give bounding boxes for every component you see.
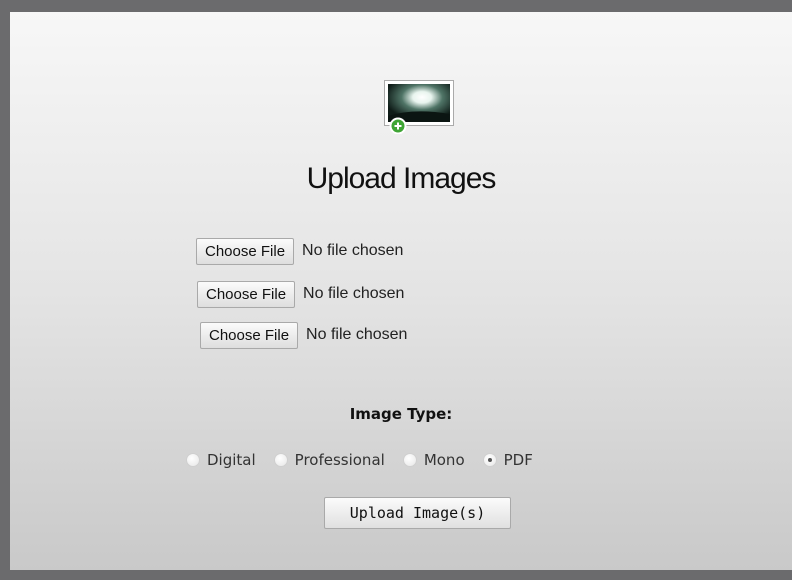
- image-type-radio-group: Digital Professional Mono PDF: [186, 449, 533, 471]
- radio-option-digital[interactable]: Digital: [186, 451, 256, 469]
- radio-label: Mono: [423, 451, 465, 469]
- radio-button[interactable]: [186, 453, 200, 467]
- file-input-2[interactable]: Choose File No file chosen: [197, 280, 404, 308]
- page-title: Upload Images: [306, 162, 497, 195]
- radio-label: Professional: [294, 451, 385, 469]
- radio-button[interactable]: [402, 453, 417, 467]
- upload-images-button[interactable]: Upload Image(s): [324, 497, 511, 529]
- radio-option-professional[interactable]: Professional: [273, 451, 385, 469]
- radio-button[interactable]: [273, 453, 288, 467]
- radio-button[interactable]: [482, 453, 497, 467]
- choose-file-button[interactable]: Choose File: [200, 321, 299, 349]
- radio-label: PDF: [503, 451, 533, 469]
- image-add-icon: [384, 80, 454, 134]
- file-input-3[interactable]: Choose File No file chosen: [200, 321, 407, 349]
- choose-file-button[interactable]: Choose File: [196, 237, 295, 265]
- file-input-1[interactable]: Choose File No file chosen: [196, 237, 403, 265]
- radio-option-mono[interactable]: Mono: [402, 451, 465, 469]
- radio-label: Digital: [207, 451, 256, 469]
- upload-panel: Upload Images Choose File No file chosen…: [10, 12, 792, 570]
- image-type-label: Image Type:: [349, 405, 453, 423]
- file-status: No file chosen: [302, 242, 404, 259]
- file-status: No file chosen: [303, 285, 405, 302]
- radio-option-pdf[interactable]: PDF: [482, 451, 533, 469]
- file-status: No file chosen: [306, 326, 408, 343]
- choose-file-button[interactable]: Choose File: [197, 280, 296, 308]
